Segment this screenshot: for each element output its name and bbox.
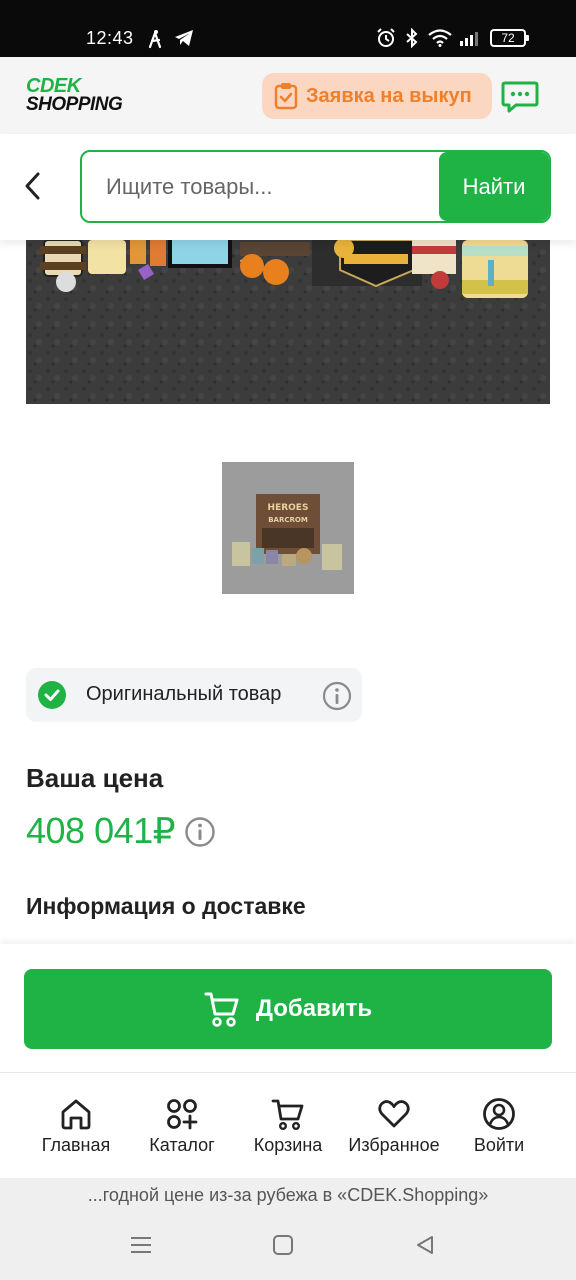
- user-icon: [483, 1098, 515, 1130]
- battery-indicator: 72: [490, 29, 529, 47]
- delivery-info-title: Информация о доставке: [26, 893, 306, 919]
- page-url-hint: ...годной цене из-за рубежа в «CDEK.Shop…: [0, 1178, 576, 1212]
- buyout-request-button[interactable]: Заявка на выкуп: [262, 73, 492, 119]
- add-to-cart-button[interactable]: Добавить: [24, 969, 552, 1049]
- nav-item-cart[interactable]: Корзина: [233, 1097, 343, 1156]
- cdek-shopping-logo[interactable]: CDEK SHOPPING: [26, 76, 136, 116]
- search-bar: Найти: [0, 134, 576, 240]
- nav-item-catalog[interactable]: Каталог: [127, 1097, 237, 1156]
- status-time: 12:43: [86, 28, 134, 48]
- price-value: 408 041₽: [26, 810, 176, 851]
- search-button[interactable]: Найти: [439, 152, 549, 221]
- home-icon: [61, 1099, 91, 1130]
- bluetooth-icon: [406, 28, 418, 48]
- nav-label-catalog: Каталог: [149, 1135, 215, 1155]
- signal-icon: [460, 32, 478, 46]
- nav-label-login: Войти: [473, 1135, 525, 1155]
- chat-button[interactable]: [500, 79, 540, 115]
- check-circle-icon: [38, 681, 66, 709]
- nav-label-favorites: Избранное: [348, 1135, 440, 1155]
- nav-label-cart: Корзина: [253, 1135, 323, 1155]
- alarm-icon: [377, 28, 395, 47]
- thumbnail-title-2: BARCROM: [268, 516, 308, 524]
- telegram-icon: [175, 30, 193, 46]
- original-product-badge: Оригинальный товар: [26, 668, 362, 722]
- cart-icon: [204, 992, 239, 1027]
- price-info-icon[interactable]: [184, 816, 216, 848]
- nav-item-login[interactable]: Войти: [444, 1097, 554, 1156]
- home-system-icon[interactable]: [272, 1234, 294, 1256]
- add-to-cart-label: Добавить: [255, 995, 373, 1022]
- back-button[interactable]: [18, 168, 50, 204]
- logo-line2: SHOPPING: [26, 94, 123, 115]
- nav-item-favorites[interactable]: Избранное: [339, 1097, 449, 1156]
- price-label: Ваша цена: [26, 763, 164, 793]
- original-product-label: Оригинальный товар: [86, 683, 282, 705]
- add-to-cart-panel: Добавить: [0, 944, 576, 1072]
- buyout-label: Заявка на выкуп: [306, 84, 472, 107]
- status-bar: 12:43 72: [0, 0, 576, 57]
- gesture-icon: [148, 30, 162, 49]
- cart-icon: [271, 1099, 304, 1131]
- chat-icon: [501, 81, 539, 113]
- bottom-navigation: Главная Каталог Корзина Избранное Войти: [0, 1072, 576, 1178]
- chevron-left-icon: [25, 172, 40, 200]
- wifi-icon: [428, 29, 452, 47]
- nav-label-home: Главная: [41, 1135, 111, 1155]
- app-header: CDEK SHOPPING Заявка на выкуп: [0, 57, 576, 134]
- product-photo: [26, 240, 550, 404]
- heart-icon: [378, 1100, 410, 1128]
- product-thumbnail[interactable]: HEROES BARCROM: [222, 462, 354, 594]
- clipboard-check-icon: [274, 83, 298, 110]
- logo-line1: CDEK: [26, 75, 81, 97]
- recent-apps-icon[interactable]: [130, 1234, 152, 1256]
- thumbnail-title-1: HEROES: [268, 503, 309, 513]
- search-input[interactable]: [106, 152, 436, 221]
- catalog-icon: [167, 1099, 198, 1130]
- system-navigation-bar: [0, 1212, 576, 1280]
- thumbnail-image: HEROES BARCROM: [222, 462, 354, 594]
- product-main-image[interactable]: [26, 240, 550, 404]
- back-system-icon[interactable]: [414, 1234, 436, 1256]
- nav-item-home[interactable]: Главная: [21, 1097, 131, 1156]
- info-icon[interactable]: [322, 681, 352, 711]
- search-box: Найти: [80, 150, 551, 223]
